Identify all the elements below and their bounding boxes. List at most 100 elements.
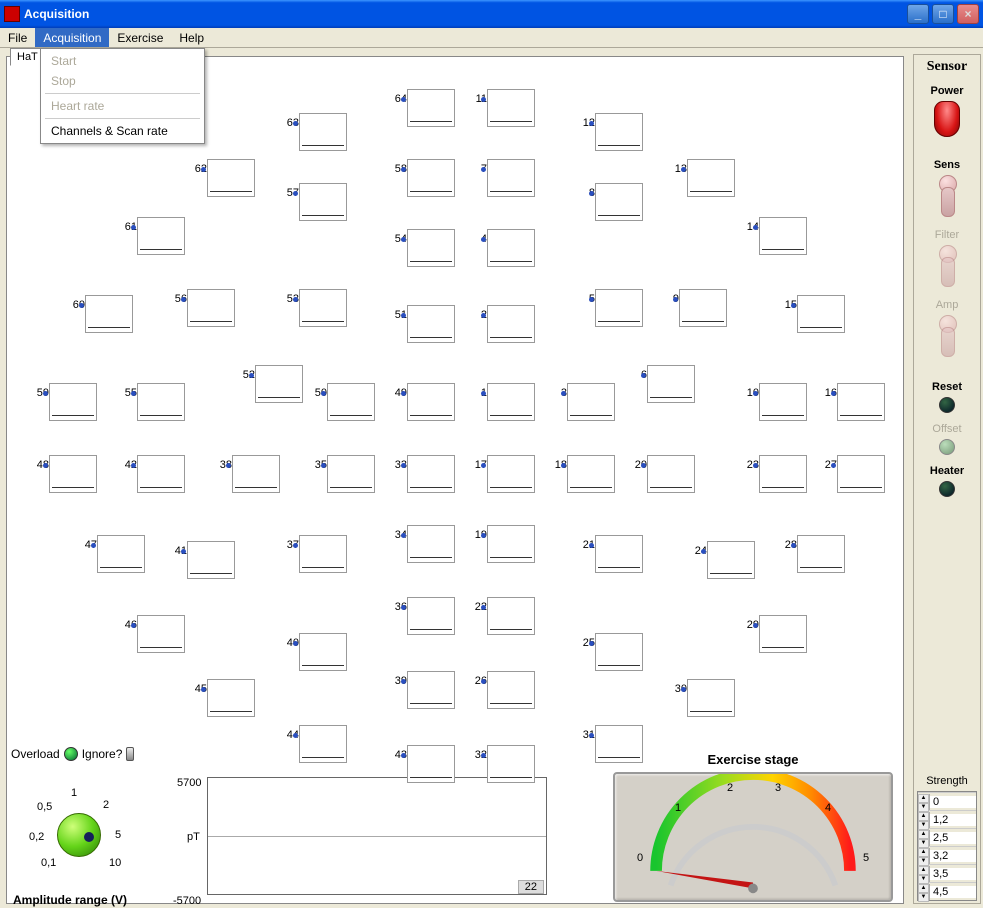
channel-box-31[interactable] — [595, 725, 643, 763]
offset-led[interactable] — [939, 439, 955, 455]
channel-box-40[interactable] — [299, 633, 347, 671]
strength-row[interactable]: ▲▼2,5 — [918, 828, 976, 846]
channel-box-58[interactable] — [407, 159, 455, 197]
heater-led[interactable] — [939, 481, 955, 497]
channel-box-34[interactable] — [407, 525, 455, 563]
channel-box-24[interactable] — [707, 541, 755, 579]
ignore-switch[interactable] — [126, 747, 134, 761]
dropdown-channels-scan[interactable]: Channels & Scan rate — [41, 121, 204, 141]
channel-box-39[interactable] — [407, 671, 455, 709]
channel-box-55[interactable] — [137, 383, 185, 421]
channel-box-38[interactable] — [232, 455, 280, 493]
channel-box-54[interactable] — [407, 229, 455, 267]
channel-box-8[interactable] — [595, 183, 643, 221]
dropdown-start[interactable]: Start — [41, 51, 204, 71]
dropdown-stop[interactable]: Stop — [41, 71, 204, 91]
channel-indicator-dot — [481, 533, 486, 538]
menu-acquisition[interactable]: Acquisition — [35, 28, 109, 47]
amp-switch[interactable] — [936, 315, 958, 359]
channel-box-57[interactable] — [299, 183, 347, 221]
minimize-button[interactable]: _ — [907, 4, 929, 24]
strength-row[interactable]: ▲▼1,2 — [918, 810, 976, 828]
channel-box-1[interactable] — [487, 383, 535, 421]
channel-indicator-dot — [589, 121, 594, 126]
channel-box-15[interactable] — [797, 295, 845, 333]
channel-box-23[interactable] — [759, 455, 807, 493]
maximize-button[interactable]: □ — [932, 4, 954, 24]
strength-spinner[interactable]: ▲▼ — [918, 830, 930, 846]
channel-box-11[interactable] — [487, 89, 535, 127]
channel-box-7[interactable] — [487, 159, 535, 197]
channel-box-29[interactable] — [759, 615, 807, 653]
strength-row[interactable]: ▲▼4,5 — [918, 882, 976, 900]
waveform-plot[interactable]: 22 — [207, 777, 547, 895]
dropdown-heart-rate[interactable]: Heart rate — [41, 96, 204, 116]
amplitude-dial[interactable]: 0,1 0,2 0,5 1 2 5 10 Amplitude range (V) — [13, 777, 163, 907]
channel-box-13[interactable] — [687, 159, 735, 197]
channel-box-64[interactable] — [407, 89, 455, 127]
channel-box-2[interactable] — [487, 305, 535, 343]
channel-box-18[interactable] — [567, 455, 615, 493]
channel-box-4[interactable] — [487, 229, 535, 267]
strength-row[interactable]: ▲▼3,5 — [918, 864, 976, 882]
strength-row[interactable]: ▲▼3,2 — [918, 846, 976, 864]
channel-box-42[interactable] — [137, 455, 185, 493]
channel-box-25[interactable] — [595, 633, 643, 671]
channel-box-50[interactable] — [327, 383, 375, 421]
channel-box-36[interactable] — [407, 597, 455, 635]
sens-switch[interactable] — [936, 175, 958, 219]
strength-spinner[interactable]: ▲▼ — [918, 794, 930, 810]
channel-box-27[interactable] — [837, 455, 885, 493]
channel-box-17[interactable] — [487, 455, 535, 493]
strength-spinner[interactable]: ▲▼ — [918, 848, 930, 864]
channel-box-5[interactable] — [595, 289, 643, 327]
channel-box-63[interactable] — [299, 113, 347, 151]
strength-spinner[interactable]: ▲▼ — [918, 884, 930, 900]
channel-box-35[interactable] — [327, 455, 375, 493]
channel-box-32[interactable] — [487, 745, 535, 783]
menu-exercise[interactable]: Exercise — [109, 28, 171, 47]
channel-box-46[interactable] — [137, 615, 185, 653]
channel-box-61[interactable] — [137, 217, 185, 255]
channel-box-52[interactable] — [255, 365, 303, 403]
channel-box-41[interactable] — [187, 541, 235, 579]
strength-spinner[interactable]: ▲▼ — [918, 866, 930, 882]
channel-box-60[interactable] — [85, 295, 133, 333]
channel-box-49[interactable] — [407, 383, 455, 421]
strength-row[interactable]: ▲▼0 — [918, 792, 976, 810]
channel-box-53[interactable] — [299, 289, 347, 327]
channel-box-6[interactable] — [647, 365, 695, 403]
filter-switch[interactable] — [936, 245, 958, 289]
channel-box-3[interactable] — [567, 383, 615, 421]
channel-box-21[interactable] — [595, 535, 643, 573]
power-switch[interactable] — [934, 101, 960, 137]
channel-box-43[interactable] — [407, 745, 455, 783]
channel-box-26[interactable] — [487, 671, 535, 709]
channel-box-12[interactable] — [595, 113, 643, 151]
channel-box-19[interactable] — [487, 525, 535, 563]
channel-box-22[interactable] — [487, 597, 535, 635]
channel-box-47[interactable] — [97, 535, 145, 573]
channel-box-62[interactable] — [207, 159, 255, 197]
channel-box-51[interactable] — [407, 305, 455, 343]
channel-box-33[interactable] — [407, 455, 455, 493]
channel-box-59[interactable] — [49, 383, 97, 421]
channel-box-37[interactable] — [299, 535, 347, 573]
strength-spinner[interactable]: ▲▼ — [918, 812, 930, 828]
channel-box-14[interactable] — [759, 217, 807, 255]
channel-box-48[interactable] — [49, 455, 97, 493]
menu-file[interactable]: File — [0, 28, 35, 47]
channel-box-45[interactable] — [207, 679, 255, 717]
close-button[interactable]: × — [957, 4, 979, 24]
dial-knob[interactable] — [57, 813, 101, 857]
channel-box-9[interactable] — [679, 289, 727, 327]
channel-box-20[interactable] — [647, 455, 695, 493]
channel-box-30[interactable] — [687, 679, 735, 717]
reset-led[interactable] — [939, 397, 955, 413]
channel-box-56[interactable] — [187, 289, 235, 327]
channel-box-28[interactable] — [797, 535, 845, 573]
menu-help[interactable]: Help — [171, 28, 212, 47]
channel-box-10[interactable] — [759, 383, 807, 421]
channel-box-16[interactable] — [837, 383, 885, 421]
channel-box-44[interactable] — [299, 725, 347, 763]
